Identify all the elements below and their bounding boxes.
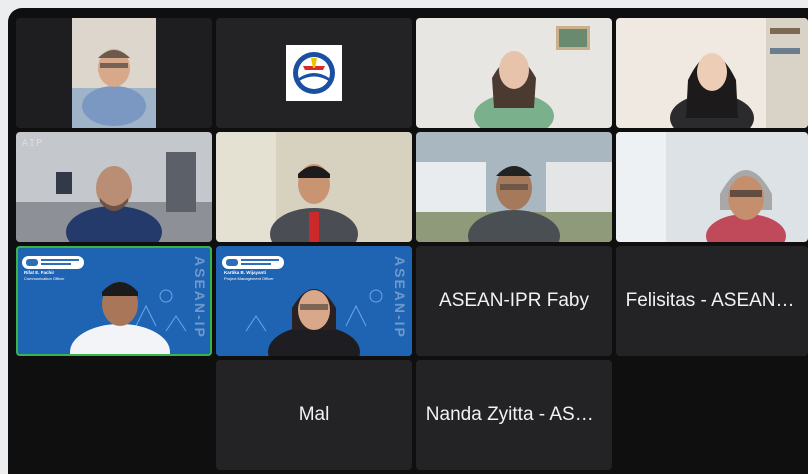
participant-video	[16, 18, 212, 128]
participant-tile[interactable]	[216, 132, 412, 242]
participant-tile[interactable]	[616, 132, 808, 242]
participant-name: Felisitas - ASEAN I...	[625, 290, 799, 311]
participant-tile[interactable]: Kartika B. Wijayanti Project Management …	[216, 246, 412, 356]
organization-badge	[222, 256, 284, 269]
participant-video	[16, 132, 212, 242]
participant-tile[interactable]	[416, 132, 612, 242]
participant-video	[216, 132, 412, 242]
participant-video	[416, 18, 612, 128]
participant-video	[616, 132, 808, 242]
participant-name: Nanda Zyitta - ASE...	[425, 404, 603, 425]
participant-tile-active-speaker[interactable]: Rifat E. Fachir Communication Officer AS…	[16, 246, 212, 356]
participant-video	[616, 18, 808, 128]
participant-tile-name-only[interactable]: ASEAN-IPR Faby	[416, 246, 612, 356]
participant-tile-name-only[interactable]: Nanda Zyitta - ASE...	[416, 360, 612, 470]
meeting-gallery: AIP Rifat E. Fachir Communication Office…	[8, 8, 808, 474]
participant-name: Mal	[298, 404, 330, 425]
participant-tile[interactable]	[216, 18, 412, 128]
banner-vertical-text: ASEAN-IP	[392, 256, 408, 339]
participant-tile[interactable]	[616, 18, 808, 128]
banner-role: Communication Officer	[24, 275, 65, 281]
participant-tile[interactable]	[16, 18, 212, 128]
aip-logo-icon: AIP	[22, 138, 44, 149]
organization-badge	[22, 256, 84, 269]
participant-tile[interactable]	[416, 18, 612, 128]
participant-tile[interactable]: AIP	[16, 132, 212, 242]
participant-tile-name-only[interactable]: Mal	[216, 360, 412, 470]
banner-role: Project Management Officer	[224, 275, 274, 281]
asean-emblem-icon	[286, 45, 342, 101]
participant-tile-name-only[interactable]: Felisitas - ASEAN I...	[616, 246, 808, 356]
participant-name: ASEAN-IPR Faby	[439, 290, 589, 311]
participant-video	[416, 132, 612, 242]
banner-vertical-text: ASEAN-IP	[192, 256, 208, 339]
